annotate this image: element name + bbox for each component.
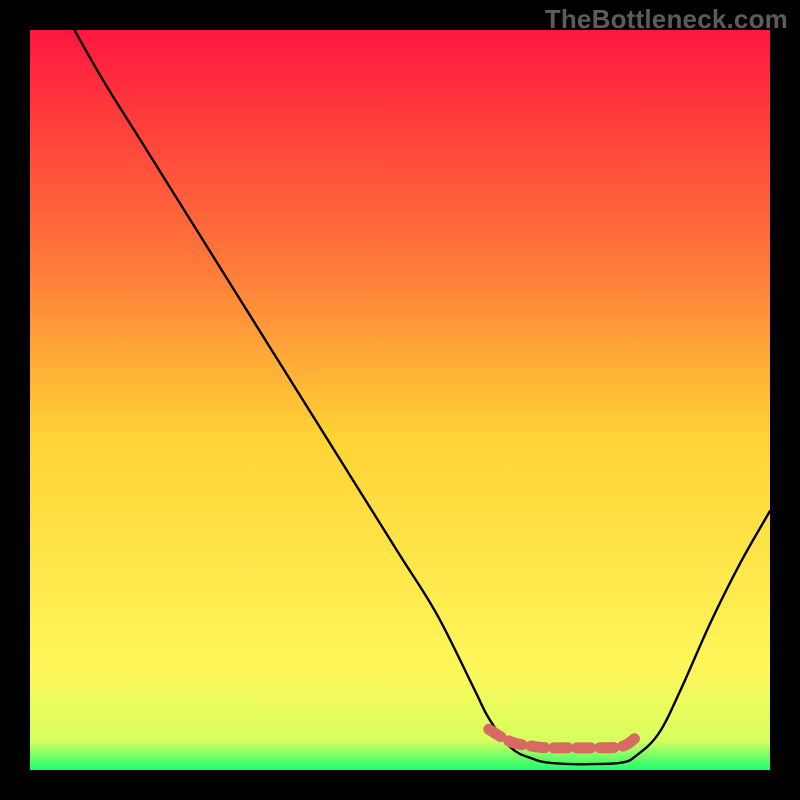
chart-frame: TheBottleneck.com <box>0 0 800 800</box>
plot-area <box>30 30 770 770</box>
bottleneck-chart <box>30 30 770 770</box>
